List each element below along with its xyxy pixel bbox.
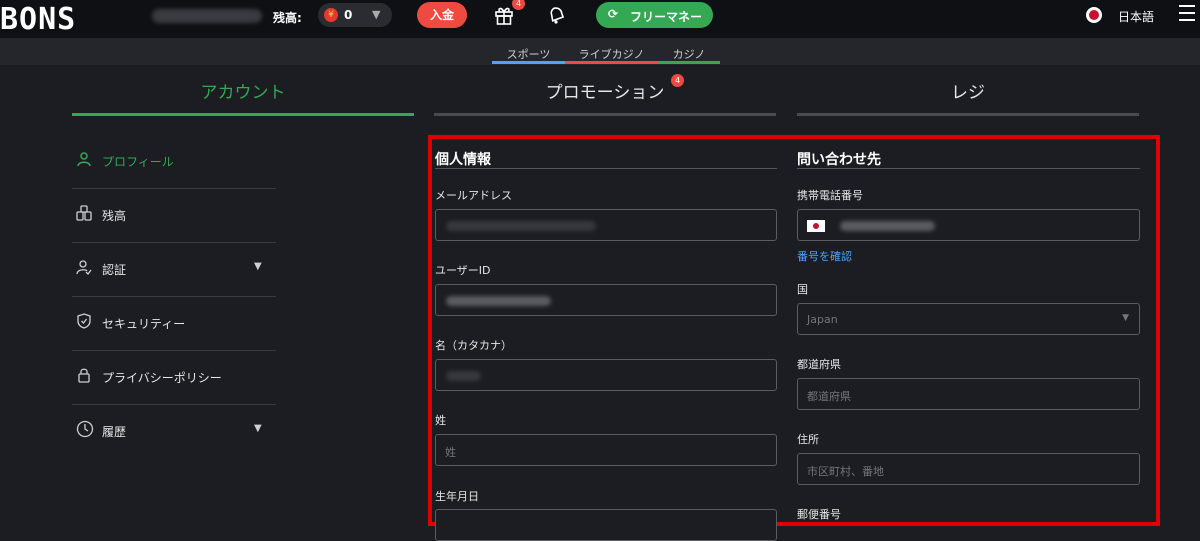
sidebar-label-verification: 認証 <box>102 263 127 277</box>
tab-account[interactable]: アカウント <box>72 78 414 103</box>
free-money-button[interactable]: ⟳ フリーマネー <box>596 2 713 28</box>
history-icon <box>76 420 94 438</box>
sidebar-item-history[interactable]: 履歴 ▼ <box>72 405 276 458</box>
yen-coin-icon: ¥ <box>324 8 338 22</box>
tab-cashier-underline <box>797 113 1139 116</box>
chevron-down-icon: ▼ <box>254 261 262 272</box>
userid-field[interactable] <box>435 284 777 316</box>
shield-icon <box>76 313 92 329</box>
country-select[interactable]: Japan ▼ <box>797 303 1140 335</box>
sidebar-item-verification[interactable]: 認証 ▼ <box>72 243 276 297</box>
userid-label: ユーザーID <box>435 264 491 277</box>
sidebar-item-privacy[interactable]: プライバシーポリシー <box>72 351 276 405</box>
sidebar-item-balance[interactable]: 残高 <box>72 189 276 243</box>
address-label: 住所 <box>797 433 819 446</box>
address-placeholder: 市区町村、番地 <box>807 465 884 478</box>
email-label: メールアドレス <box>435 189 512 202</box>
sidebar-label-history: 履歴 <box>102 425 127 439</box>
japan-flag-icon <box>807 220 825 232</box>
email-value-blurred <box>446 221 596 231</box>
sidebar-label-security: セキュリティー <box>102 317 186 331</box>
subnav-casino-underline <box>658 61 720 64</box>
address-field[interactable]: 市区町村、番地 <box>797 453 1140 485</box>
birthdate-field[interactable] <box>435 509 777 541</box>
email-field[interactable] <box>435 209 777 241</box>
lastname-placeholder: 姓 <box>445 446 456 459</box>
tab-account-underline <box>72 113 414 116</box>
phone-value-blurred <box>840 221 935 231</box>
tab-promotion[interactable]: プロモーション <box>434 78 776 103</box>
contact-title: 問い合わせ先 <box>797 152 881 168</box>
coins-icon <box>76 205 92 221</box>
lastname-field[interactable]: 姓 <box>435 434 777 466</box>
birthdate-label: 生年月日 <box>435 490 479 503</box>
free-money-icon: ⟳ <box>608 7 619 21</box>
subnav-live-casino-underline <box>565 61 658 64</box>
firstname-field[interactable] <box>435 359 777 391</box>
chevron-down-icon: ▼ <box>254 423 262 434</box>
firstname-label: 名（カタカナ） <box>435 339 512 352</box>
subnav-casino[interactable]: カジノ <box>658 46 720 62</box>
phone-label: 携帯電話番号 <box>797 189 863 202</box>
prefecture-label: 都道府県 <box>797 358 841 371</box>
userid-value-blurred <box>446 296 551 306</box>
gift-icon[interactable]: 4 <box>493 0 525 26</box>
lock-icon <box>76 367 92 383</box>
gift-svg <box>495 7 513 25</box>
chevron-down-icon: ▼ <box>1122 313 1129 323</box>
tab-promotion-underline <box>434 113 776 116</box>
contact-divider <box>797 168 1140 169</box>
country-label: 国 <box>797 283 808 296</box>
bell-svg <box>550 7 565 24</box>
username-blurred <box>152 9 262 23</box>
hamburger-menu-icon[interactable] <box>1179 5 1195 23</box>
language-label[interactable]: 日本語 <box>1118 8 1154 25</box>
subnav-sports[interactable]: スポーツ <box>492 46 565 62</box>
firstname-value-blurred <box>446 371 481 381</box>
sub-nav: スポーツ ライブカジノ カジノ <box>0 38 1200 65</box>
personal-info-divider <box>435 168 777 169</box>
subnav-sports-underline <box>492 61 565 64</box>
verify-number-link[interactable]: 番号を確認 <box>797 248 852 264</box>
prefecture-placeholder: 都道府県 <box>807 390 851 403</box>
free-money-label: フリーマネー <box>630 10 703 24</box>
gift-badge: 4 <box>512 0 525 10</box>
balance-label: 残高: <box>273 11 302 25</box>
subnav-live-casino[interactable]: ライブカジノ <box>565 46 658 62</box>
deposit-button[interactable]: 入金 <box>417 2 467 28</box>
bell-icon[interactable] <box>546 4 568 26</box>
country-value: Japan <box>807 313 838 326</box>
user-check-icon <box>76 259 92 275</box>
sidebar-label-profile: プロフィール <box>102 155 174 169</box>
bons-logo[interactable]: BONS <box>0 2 76 37</box>
top-bar: BONS 残高: ¥ 0 ▼ 入金 4 ⟳ フリーマネー 日本語 <box>0 0 1200 38</box>
sidebar-label-privacy: プライバシーポリシー <box>102 371 222 385</box>
promotion-badge: 4 <box>671 74 684 87</box>
user-icon <box>76 151 92 167</box>
prefecture-field[interactable]: 都道府県 <box>797 378 1140 410</box>
sidebar-label-balance: 残高 <box>102 209 127 223</box>
balance-value: 0 <box>344 8 353 22</box>
balance-dropdown[interactable]: ¥ 0 ▼ <box>318 3 392 27</box>
lastname-label: 姓 <box>435 414 446 427</box>
phone-field[interactable] <box>797 209 1140 241</box>
caret-down-icon: ▼ <box>372 8 381 21</box>
sidebar-item-profile[interactable]: プロフィール <box>72 135 276 189</box>
tab-cashier[interactable]: レジ <box>797 78 1139 103</box>
japan-flag-icon[interactable] <box>1086 7 1102 23</box>
postal-code-label: 郵便番号 <box>797 508 841 521</box>
sidebar-item-security[interactable]: セキュリティー <box>72 297 276 351</box>
personal-info-title: 個人情報 <box>435 152 491 168</box>
